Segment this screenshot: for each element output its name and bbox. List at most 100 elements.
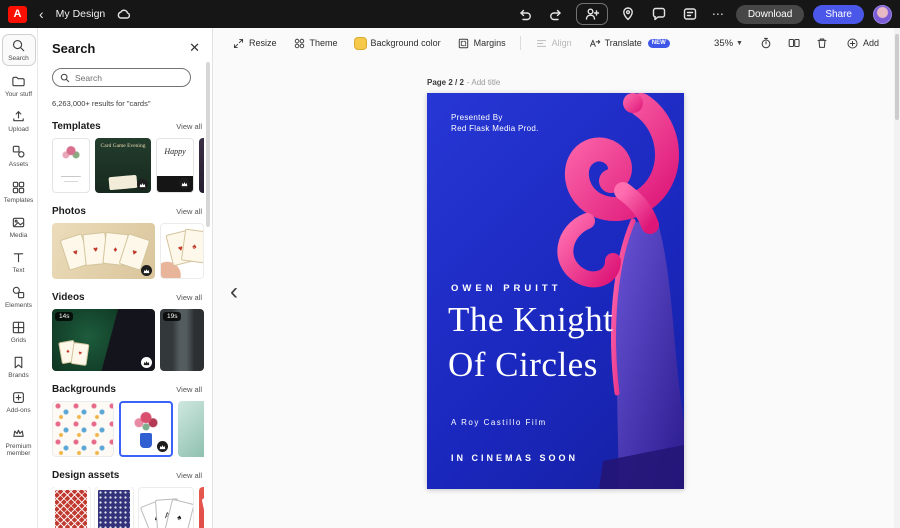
sidebar-item-your-stuff[interactable]: Your stuff — [2, 71, 36, 101]
zoom-dropdown[interactable]: 35% ▼ — [708, 34, 749, 53]
section-title-design-assets: Design assets — [52, 470, 120, 481]
align-button[interactable]: Align — [528, 33, 579, 54]
templates-icon — [12, 181, 25, 193]
background-thumbnail[interactable] — [52, 401, 114, 457]
more-options-icon[interactable]: ⋯ — [710, 7, 727, 21]
photo-thumbnail[interactable]: ♥ ♥ ♦ ♥ — [52, 223, 155, 279]
window-scrollbar-thumb[interactable] — [895, 34, 899, 120]
theme-button[interactable]: Theme — [286, 33, 345, 54]
canvas-page[interactable]: Presented By Red Flask Media Prod. OWEN … — [427, 93, 684, 489]
premium-crown-icon — [141, 265, 152, 276]
poster-actor-name[interactable]: OWEN PRUITT — [451, 283, 562, 294]
location-pin-icon[interactable] — [617, 3, 639, 25]
close-icon[interactable]: ✕ — [187, 40, 202, 56]
resize-button[interactable]: Resize — [225, 33, 284, 54]
poster-credit[interactable]: A Roy Castillo Film — [451, 418, 547, 427]
left-rail: Search Your stuff Upload Assets Template… — [0, 28, 38, 528]
previous-page-chevron[interactable]: ‹ — [226, 276, 242, 308]
canvas-toolbar: Resize Theme Background color Margins Al… — [213, 28, 900, 58]
download-button[interactable]: Download — [735, 4, 805, 24]
align-icon — [536, 39, 546, 47]
back-chevron-icon[interactable]: ‹ — [35, 5, 48, 23]
template-thumbnail[interactable]: Happy — [156, 138, 194, 193]
template-thumbnail[interactable]: Card Game Evening — [95, 138, 151, 193]
sidebar-item-elements[interactable]: Elements — [2, 282, 36, 312]
upload-icon — [13, 111, 24, 122]
sidebar-item-grids[interactable]: Grids — [2, 317, 36, 347]
sidebar-item-search[interactable]: Search — [1, 34, 36, 67]
sidebar-item-label: Templates — [3, 196, 34, 204]
design-asset-thumbnail[interactable] — [94, 487, 134, 528]
redo-icon[interactable] — [545, 3, 567, 25]
trash-icon[interactable] — [811, 32, 833, 54]
video-thumbnail[interactable]: 19s — [160, 309, 204, 371]
sidebar-item-label: Media — [9, 231, 28, 239]
poster-presented-by[interactable]: Presented By — [451, 113, 503, 122]
sidebar-item-media[interactable]: Media — [2, 212, 36, 242]
panel-scrollbar[interactable] — [206, 62, 210, 227]
video-duration-badge: 19s — [163, 312, 182, 321]
resize-icon — [233, 38, 244, 48]
design-asset-thumbnail[interactable] — [199, 487, 204, 528]
add-title-link[interactable]: - Add title — [467, 78, 500, 87]
poster-title-line2[interactable]: Of Circles — [448, 345, 598, 385]
video-thumbnail[interactable]: 14s ♠ ♥ — [52, 309, 155, 371]
sidebar-item-add-ons[interactable]: Add-ons — [2, 387, 36, 417]
view-all-videos-link[interactable]: View all — [176, 293, 202, 302]
template-thumbnail[interactable] — [199, 138, 204, 193]
template-thumbnail[interactable] — [52, 138, 90, 193]
view-all-templates-link[interactable]: View all — [176, 122, 202, 131]
invite-collaborators-button[interactable] — [575, 3, 608, 25]
sidebar-item-brands[interactable]: Brands — [2, 352, 36, 382]
adobe-logo[interactable]: A — [8, 5, 27, 23]
chevron-down-icon: ▼ — [736, 39, 743, 47]
page-label: Page 2 / 2 - Add title — [427, 78, 500, 87]
sidebar-item-assets[interactable]: Assets — [2, 141, 36, 171]
sidebar-item-label: Search — [8, 55, 29, 62]
add-page-button[interactable]: Add — [839, 33, 886, 54]
margins-button[interactable]: Margins — [450, 33, 513, 54]
premium-crown-icon — [141, 357, 152, 368]
user-avatar[interactable] — [873, 4, 892, 24]
sidebar-item-text[interactable]: Text — [2, 247, 36, 277]
view-all-design-assets-link[interactable]: View all — [176, 471, 202, 480]
sidebar-item-upload[interactable]: Upload — [2, 106, 36, 136]
elements-icon — [12, 286, 25, 299]
comment-icon[interactable] — [648, 3, 670, 25]
cloud-sync-icon[interactable] — [113, 3, 135, 25]
sidebar-item-label: Upload — [8, 126, 29, 134]
design-asset-thumbnail[interactable] — [52, 487, 91, 528]
sidebar-item-label: Elements — [4, 301, 33, 309]
poster-title-line1[interactable]: The Knight — [448, 300, 613, 340]
premium-crown-icon — [179, 178, 190, 189]
pages-view-icon[interactable] — [783, 32, 805, 54]
window-scrollbar[interactable] — [894, 28, 900, 528]
brands-icon — [14, 357, 23, 369]
translate-button[interactable]: Translate NEW — [581, 33, 677, 54]
sidebar-item-templates[interactable]: Templates — [2, 177, 36, 207]
view-all-photos-link[interactable]: View all — [176, 207, 202, 216]
background-color-button[interactable]: Background color — [347, 33, 448, 54]
background-thumbnail[interactable] — [178, 401, 204, 457]
translate-icon — [589, 39, 600, 47]
sidebar-item-label: Assets — [8, 161, 29, 169]
poster-tagline[interactable]: IN CINEMAS SOON — [451, 453, 578, 463]
search-icon — [60, 73, 70, 82]
background-thumbnail-selected[interactable] — [119, 401, 173, 457]
page-indicator: Page 2 / 2 — [427, 78, 464, 87]
undo-icon[interactable] — [514, 3, 536, 25]
design-assets-row: ♠ A ♠ — [52, 487, 204, 528]
poster-studio[interactable]: Red Flask Media Prod. — [451, 124, 539, 133]
timer-icon[interactable] — [755, 32, 777, 54]
share-button[interactable]: Share — [813, 4, 864, 24]
plus-circle-icon — [847, 37, 858, 49]
document-title[interactable]: My Design — [56, 8, 106, 20]
view-all-backgrounds-link[interactable]: View all — [176, 385, 202, 394]
section-title-templates: Templates — [52, 121, 101, 132]
chat-panel-icon[interactable] — [679, 3, 701, 25]
sidebar-item-premium-member[interactable]: Premium member — [2, 423, 36, 460]
sidebar-item-label: Grids — [10, 337, 27, 345]
search-input[interactable] — [75, 72, 175, 83]
design-asset-thumbnail[interactable]: ♠ A ♠ — [138, 487, 194, 528]
photo-thumbnail[interactable]: ♥ ♠ — [160, 223, 204, 279]
